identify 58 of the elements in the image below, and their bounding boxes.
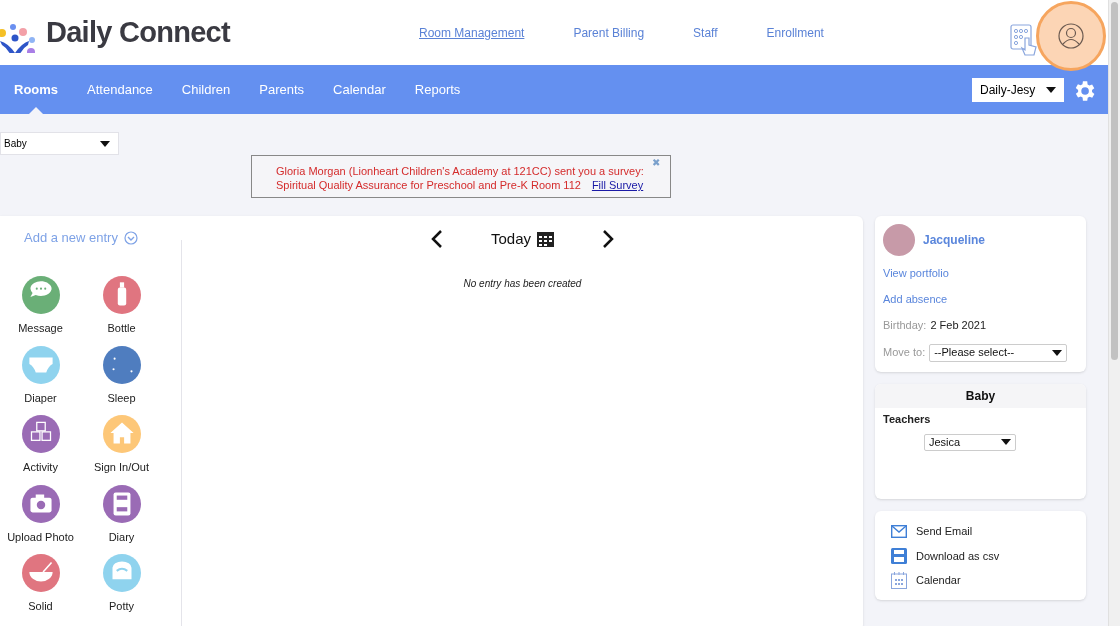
birthday-value: 2 Feb 2021 xyxy=(930,318,987,333)
entry-label[interactable]: Sign In/Out xyxy=(93,459,149,476)
nav-link[interactable]: Staff xyxy=(693,24,718,42)
camera-icon[interactable] xyxy=(21,484,60,523)
child-name-link[interactable]: Jacqueline xyxy=(923,231,986,249)
caret-icon xyxy=(1052,349,1063,356)
scrollbar-thumb[interactable] xyxy=(1111,2,1118,360)
calendar-icon[interactable] xyxy=(537,231,554,248)
notice-text: Gloria Morgan (Lionheart Children's Academy at 121CC) sent you a survey: xyxy=(276,164,644,178)
entry-label[interactable]: Diaper xyxy=(24,389,57,406)
keypad-icon[interactable] xyxy=(1010,24,1038,56)
caret-icon xyxy=(1001,439,1011,445)
notice-text: Spiritual Quality Assurance for Preschool and Pre-K Room 112 xyxy=(276,178,581,192)
bowl-icon[interactable] xyxy=(21,554,60,592)
chevron-down-icon[interactable] xyxy=(123,230,138,245)
message-icon[interactable] xyxy=(21,276,60,314)
nav-link[interactable]: Parent Billing xyxy=(573,24,645,42)
diaper-icon[interactable] xyxy=(21,345,60,384)
entry-label[interactable]: Diary xyxy=(108,528,135,545)
entry-label[interactable]: Upload Photo xyxy=(7,528,74,545)
birthday-label: Birthday: xyxy=(883,318,927,333)
entry-label[interactable]: Message xyxy=(18,320,63,337)
logo-text: Daily Connect xyxy=(46,14,230,50)
action-link[interactable]: Download as csv xyxy=(916,547,1000,564)
next-icon[interactable] xyxy=(602,229,614,250)
envelope-icon[interactable] xyxy=(891,524,907,538)
entry-label[interactable]: Solid xyxy=(28,598,53,615)
room-card-title: Baby xyxy=(875,384,1086,408)
fill-survey-link[interactable]: Fill Survey xyxy=(591,178,644,192)
home-icon[interactable] xyxy=(102,415,141,453)
account-select[interactable]: Daily-Jesy xyxy=(972,78,1064,102)
move-to-select[interactable]: --Please select-- xyxy=(929,343,1068,362)
nav-link[interactable]: Enrollment xyxy=(766,24,824,42)
entry-label[interactable]: Activity xyxy=(23,459,58,476)
empty-message: No entry has been created xyxy=(463,276,582,291)
child-link[interactable]: Add absence xyxy=(883,290,948,307)
action-link[interactable]: Calendar xyxy=(916,572,961,589)
profile-button[interactable] xyxy=(1036,1,1106,71)
caret-icon xyxy=(1046,87,1056,93)
date-label[interactable]: Today xyxy=(491,228,531,251)
teacher-select[interactable]: Jesica xyxy=(924,433,1016,451)
potty-icon[interactable] xyxy=(102,554,141,592)
action-link[interactable]: Send Email xyxy=(916,523,973,540)
room-select[interactable]: Baby xyxy=(0,132,119,155)
bottle-icon[interactable] xyxy=(102,276,141,314)
teachers-label: Teachers xyxy=(882,412,932,427)
avatar-photo xyxy=(883,224,915,256)
entry-label[interactable]: Potty xyxy=(108,598,135,615)
move-to-label: Move to: xyxy=(883,345,926,361)
activity-icon[interactable] xyxy=(21,415,60,453)
entry-label[interactable]: Bottle xyxy=(107,320,136,337)
user-icon xyxy=(1058,23,1084,49)
caret-icon xyxy=(100,140,110,147)
nav-link[interactable]: Room Management xyxy=(419,24,525,42)
diary-icon[interactable] xyxy=(102,484,141,523)
previous-icon[interactable] xyxy=(431,229,443,250)
child-link[interactable]: View portfolio xyxy=(883,265,949,282)
entry-label[interactable]: Sleep xyxy=(107,389,136,406)
